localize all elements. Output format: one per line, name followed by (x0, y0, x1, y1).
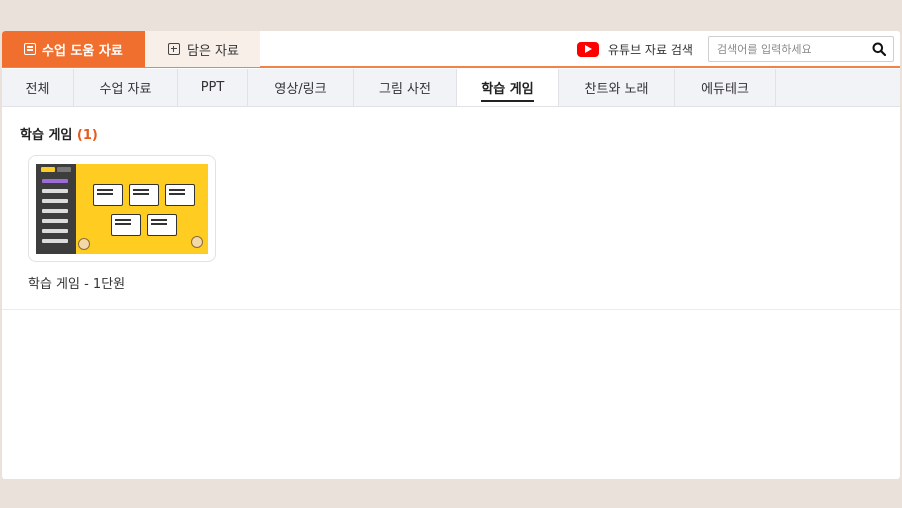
tab-saved-materials-label: 담은 자료 (187, 43, 239, 59)
nav-item-ppt[interactable]: PPT (178, 69, 248, 106)
game-card[interactable] (28, 155, 216, 262)
plus-box-icon (168, 43, 180, 55)
nav-item-label: 전체 (25, 82, 50, 97)
nav-item-label: 그림 사전 (379, 82, 431, 97)
nav-item-edutech[interactable]: 에듀테크 (675, 69, 776, 106)
section-count: (1) (76, 128, 98, 143)
nav-item-label: 학습 게임 (481, 78, 534, 102)
youtube-search-label: 유튜브 자료 검색 (608, 42, 693, 57)
search-input[interactable] (717, 41, 867, 57)
section-title-text: 학습 게임 (20, 128, 73, 143)
nav-item-lesson-materials[interactable]: 수업 자료 (74, 69, 178, 106)
nav-item-video-link[interactable]: 영상/링크 (248, 69, 354, 106)
nav-item-picture-dictionary[interactable]: 그림 사전 (354, 69, 457, 106)
category-nav: 전체 수업 자료 PPT 영상/링크 그림 사전 학습 게임 찬트와 노래 에듀… (2, 69, 900, 107)
nav-item-chants-songs[interactable]: 찬트와 노래 (559, 69, 675, 106)
game-card-title[interactable]: 학습 게임 - 1단원 (28, 273, 125, 292)
tab-lesson-materials[interactable]: 수업 도움 자료 (2, 31, 145, 67)
youtube-search-link[interactable]: 유튜브 자료 검색 (577, 39, 693, 59)
top-bar: 수업 도움 자료 담은 자료 유튜브 자료 검색 (2, 31, 900, 68)
tab-saved-materials[interactable]: 담은 자료 (145, 31, 260, 67)
search-box (708, 36, 894, 62)
section-title: 학습 게임 (1) (20, 124, 98, 143)
tab-lesson-materials-label: 수업 도움 자료 (42, 43, 123, 59)
content-divider (2, 309, 900, 310)
nav-item-label: 에듀테크 (701, 82, 749, 97)
youtube-icon (577, 41, 599, 57)
nav-item-label: 수업 자료 (99, 82, 152, 97)
nav-item-label: PPT (200, 80, 225, 95)
thumbnail-sidebar (36, 164, 76, 254)
list-icon (24, 43, 36, 55)
nav-item-learning-game[interactable]: 학습 게임 (457, 69, 559, 106)
nav-item-label: 영상/링크 (274, 82, 327, 97)
nav-item-all[interactable]: 전체 (2, 69, 74, 106)
app-window: 수업 도움 자료 담은 자료 유튜브 자료 검색 전체 수업 자료 PPT 영상… (2, 31, 900, 479)
nav-item-label: 찬트와 노래 (584, 82, 649, 97)
search-icon[interactable] (872, 42, 886, 56)
game-thumbnail (36, 164, 208, 254)
